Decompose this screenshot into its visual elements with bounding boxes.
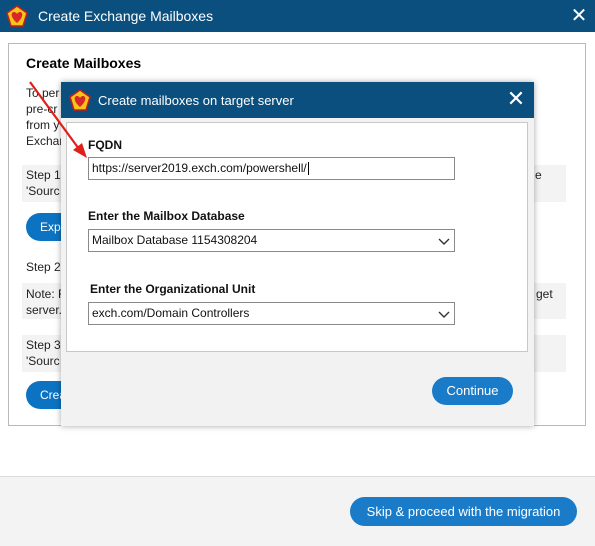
annotation-arrow-icon — [29, 81, 87, 158]
